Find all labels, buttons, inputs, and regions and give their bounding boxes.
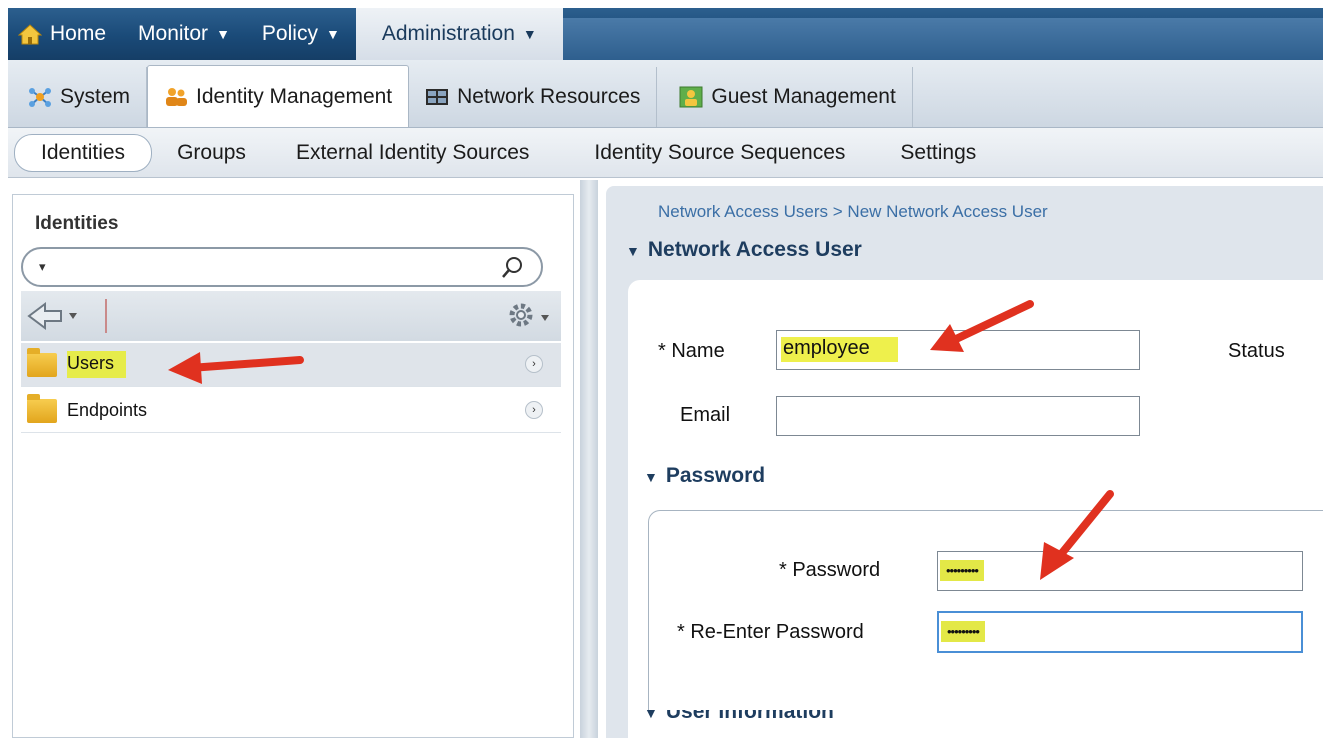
network-icon: [426, 89, 449, 105]
expand-chevron-icon[interactable]: ›: [525, 401, 543, 419]
top-navigation-bar: Home Monitor ▼ Policy ▼ Administration ▼: [8, 8, 1323, 60]
chevron-down-icon: ▼: [216, 26, 230, 42]
users-icon: [166, 87, 188, 106]
email-field[interactable]: [776, 396, 1140, 436]
collapse-triangle-icon: ▼: [626, 243, 640, 259]
password-value: •••••••••: [940, 560, 984, 581]
nav-monitor[interactable]: Monitor ▼: [122, 8, 246, 60]
status-label: Status: [1228, 340, 1285, 362]
tree-toolbar: [21, 291, 561, 341]
tab-guest-management[interactable]: Guest Management: [663, 67, 913, 127]
search-filter-dropdown-icon[interactable]: ▾: [39, 259, 46, 275]
name-label: * Name: [658, 340, 725, 362]
toolbar-separator: [105, 299, 107, 333]
collapse-triangle-icon: ▼: [644, 469, 658, 485]
reenter-password-value: •••••••••: [941, 621, 985, 642]
folder-icon: [27, 393, 57, 423]
tree-search-input[interactable]: ▾: [21, 247, 543, 287]
chevron-down-icon: ▼: [522, 26, 537, 42]
tab-guest-management-label: Guest Management: [711, 85, 896, 108]
tree-item-users[interactable]: Users ›: [21, 343, 561, 387]
expand-chevron-icon[interactable]: ›: [525, 355, 543, 373]
subnav-settings[interactable]: Settings: [870, 141, 1001, 165]
nav-filler: [562, 18, 1323, 60]
section-title: Network Access User: [647, 238, 862, 261]
identity-sub-navigation: Identities Groups External Identity Sour…: [8, 128, 1323, 178]
back-arrow-icon[interactable]: [25, 299, 85, 333]
subnav-identity-source-sequences[interactable]: Identity Source Sequences: [554, 141, 870, 165]
subnav-identities[interactable]: Identities: [14, 133, 153, 172]
nav-administration-label: Administration: [381, 22, 515, 45]
nav-administration[interactable]: Administration ▼: [355, 8, 563, 60]
gear-icon[interactable]: [503, 299, 557, 333]
nav-home-label: Home: [50, 22, 107, 45]
home-icon: [18, 24, 42, 45]
name-field[interactable]: employee: [776, 330, 1140, 370]
guest-icon: [679, 86, 703, 108]
tab-identity-management[interactable]: Identity Management: [147, 65, 410, 127]
chevron-down-icon: ▼: [325, 26, 340, 42]
breadcrumb[interactable]: Network Access Users > New Network Acces…: [658, 202, 1048, 222]
system-icon: [29, 88, 51, 107]
tree-item-label: Users: [67, 351, 127, 378]
nav-home[interactable]: Home: [8, 8, 122, 60]
tree-item-endpoints[interactable]: Endpoints ›: [21, 389, 561, 433]
section-title: Password: [665, 464, 766, 487]
name-value: employee: [781, 337, 898, 362]
admin-tab-bar: System Identity Management Network Resou…: [8, 60, 1323, 128]
panel-splitter[interactable]: [580, 180, 598, 738]
reenter-password-field[interactable]: •••••••••: [937, 611, 1303, 653]
user-form-panel: Network Access Users > New Network Acces…: [606, 186, 1323, 738]
tab-network-resources[interactable]: Network Resources: [409, 67, 658, 127]
tab-system[interactable]: System: [12, 67, 148, 127]
section-network-access-user[interactable]: ▼ Network Access User: [626, 238, 862, 262]
subnav-external-identity-sources[interactable]: External Identity Sources: [271, 141, 554, 165]
nav-policy-label: Policy: [261, 22, 318, 45]
password-field[interactable]: •••••••••: [937, 551, 1303, 591]
tab-identity-management-label: Identity Management: [196, 84, 393, 108]
tree-item-label: Endpoints: [67, 400, 148, 420]
tab-system-label: System: [60, 85, 131, 108]
reenter-password-label: * Re-Enter Password: [677, 621, 864, 643]
folder-icon: [27, 347, 57, 377]
nav-monitor-label: Monitor: [138, 22, 209, 45]
search-icon[interactable]: [501, 255, 525, 281]
subnav-groups[interactable]: Groups: [152, 141, 271, 165]
password-box: * Password ••••••••• * Re-Enter Password…: [648, 510, 1323, 710]
password-label: * Password: [779, 559, 881, 581]
identities-tree-panel: Identities ▾ Users › Endpoints ›: [12, 194, 574, 738]
tab-network-resources-label: Network Resources: [457, 85, 641, 108]
nav-policy[interactable]: Policy ▼: [246, 8, 356, 60]
section-password[interactable]: ▼ Password: [644, 464, 765, 488]
panel-title: Identities: [35, 213, 119, 234]
email-label: Email: [680, 404, 731, 426]
